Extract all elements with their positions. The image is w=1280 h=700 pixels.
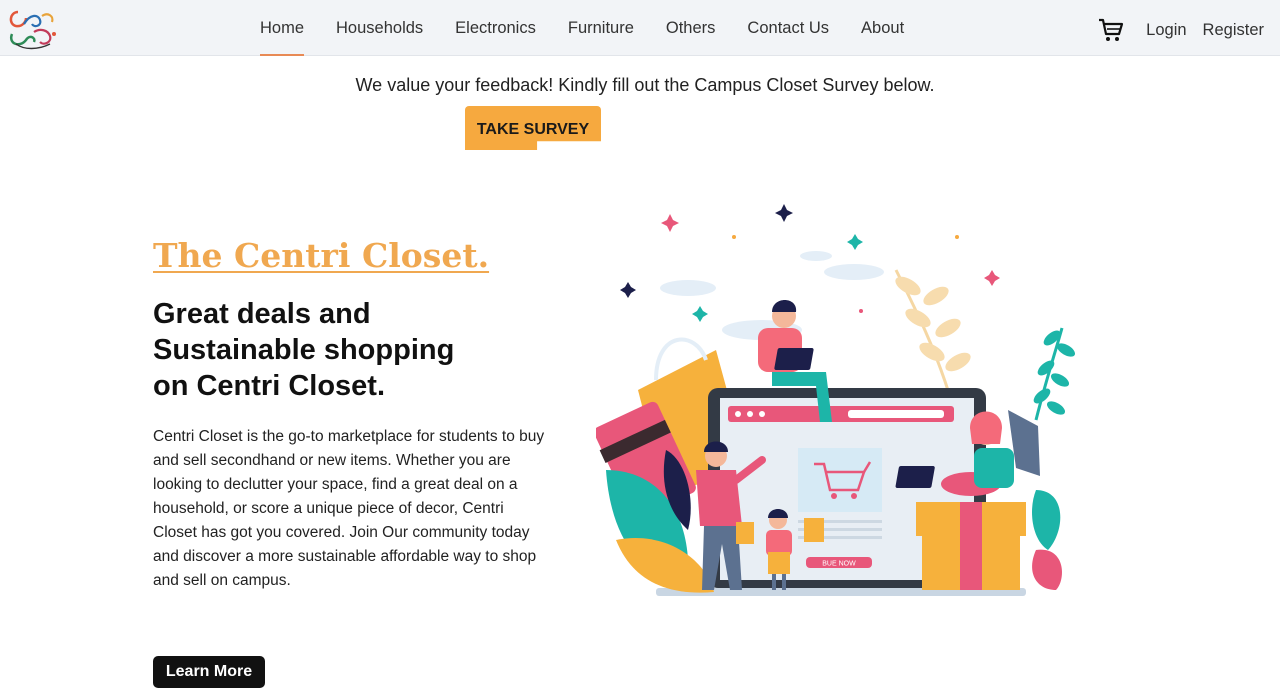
sparkle-stars xyxy=(620,204,1000,322)
cart-icon[interactable] xyxy=(1098,17,1124,43)
hero-headline: Great deals and Sustainable shopping on … xyxy=(153,296,573,404)
survey-message: We value your feedback! Kindly fill out … xyxy=(355,75,935,95)
nav-electronics[interactable]: Electronics xyxy=(439,0,552,56)
login-link[interactable]: Login xyxy=(1146,21,1186,40)
campus-closet-logo[interactable] xyxy=(4,4,60,52)
nav-about[interactable]: About xyxy=(845,0,920,56)
nav-home[interactable]: Home xyxy=(244,0,320,56)
nav-others[interactable]: Others xyxy=(650,0,732,56)
illustration-buy-button: BUE NOW xyxy=(822,561,856,568)
headline-line-3: on Centri Closet. xyxy=(153,370,386,402)
headline-line-1: Great deals and xyxy=(153,298,371,330)
register-link[interactable]: Register xyxy=(1203,21,1264,40)
learn-more-button[interactable]: Learn More xyxy=(153,656,265,688)
main-nav: Home Households Electronics Furniture Ot… xyxy=(244,0,920,56)
hero-description: Centri Closet is the go-to marketplace f… xyxy=(153,428,545,589)
nav-contact-us[interactable]: Contact Us xyxy=(731,0,845,56)
headline-line-2: Sustainable shopping xyxy=(153,334,455,366)
nav-households[interactable]: Households xyxy=(320,0,439,56)
nav-right: Login Register xyxy=(1098,0,1280,60)
shopping-illustration: BUE NOW xyxy=(596,204,1076,596)
navbar: Home Households Electronics Furniture Ot… xyxy=(0,0,1280,56)
take-survey-button[interactable]: TAKE SURVEY xyxy=(465,106,601,150)
nav-furniture[interactable]: Furniture xyxy=(552,0,650,56)
brand-title: The Centri Closet. xyxy=(153,236,490,275)
